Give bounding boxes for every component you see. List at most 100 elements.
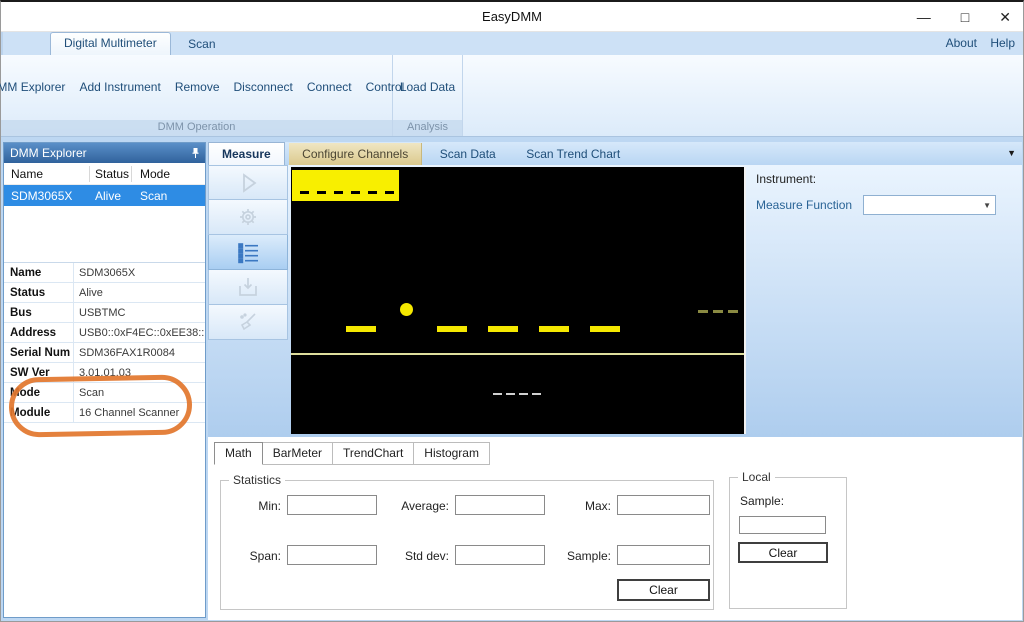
display-digit-dash (437, 326, 467, 332)
average-label: Average: (369, 499, 449, 513)
min-field[interactable] (287, 495, 377, 515)
max-label: Max: (533, 499, 611, 513)
pin-icon[interactable] (191, 147, 200, 159)
group-dmm-operation: DMM Explorer Add Instrument Remove Disco… (1, 55, 393, 136)
local-title: Local (738, 470, 775, 484)
stddev-field[interactable] (455, 545, 545, 565)
minimize-button[interactable]: — (917, 10, 931, 24)
measure-page: Instrument: Measure Function ▼ (208, 165, 1022, 437)
stddev-label: Std dev: (369, 549, 449, 563)
tab-overflow-icon[interactable]: ▼ (1007, 148, 1016, 158)
tab-configure-channels[interactable]: Configure Channels (289, 143, 422, 166)
prop-value-name: SDM3065X (74, 263, 205, 282)
ribbon-tab-digital-multimeter[interactable]: Digital Multimeter (50, 32, 171, 55)
disconnect-button[interactable]: Disconnect (227, 74, 300, 100)
property-row: Address USB0::0xF4EC::0xEE38::... (4, 323, 205, 343)
average-field[interactable] (455, 495, 545, 515)
statistics-clear-button[interactable]: Clear (617, 579, 710, 601)
about-link[interactable]: About (946, 36, 977, 50)
dmm-display (291, 167, 746, 434)
measure-function-label: Measure Function (756, 198, 852, 212)
property-grid: Name SDM3065X Status Alive Bus USBTMC Ad… (4, 263, 205, 423)
column-status: Status (90, 166, 132, 182)
local-groupbox: Local Sample: Clear (729, 477, 847, 609)
prop-label-mode: Mode (4, 383, 74, 402)
instrument-label: Instrument: (756, 172, 1022, 186)
measure-function-value (864, 196, 995, 199)
measure-function-dropdown[interactable]: ▼ (863, 195, 996, 215)
column-mode: Mode (132, 166, 205, 182)
tab-scan-data[interactable]: Scan Data (427, 143, 509, 166)
prop-label-name: Name (4, 263, 74, 282)
tab-trendchart[interactable]: TrendChart (333, 442, 414, 465)
local-clear-button[interactable]: Clear (738, 542, 828, 563)
local-sample-field[interactable] (739, 516, 826, 534)
display-digit-dash (488, 326, 518, 332)
display-sub-dash (519, 393, 528, 395)
min-label: Min: (221, 499, 281, 513)
ribbon-links: About Help (936, 36, 1015, 50)
tab-barmeter[interactable]: BarMeter (263, 442, 333, 465)
span-field[interactable] (287, 545, 377, 565)
add-instrument-button[interactable]: Add Instrument (72, 74, 167, 100)
prop-value-module: 16 Channel Scanner (74, 403, 205, 422)
help-link[interactable]: Help (990, 36, 1015, 50)
property-row: SW Ver 3.01.01.03 (4, 363, 205, 383)
property-row: Module 16 Channel Scanner (4, 403, 205, 423)
channel-list-button[interactable] (208, 235, 288, 270)
tab-measure[interactable]: Measure (208, 142, 285, 165)
clear-display-icon (235, 309, 261, 335)
display-unit-dash (728, 310, 738, 313)
dmm-explorer-button[interactable]: DMM Explorer (0, 74, 72, 100)
property-row: Serial Num SDM36FAX1R0084 (4, 343, 205, 363)
property-row: Bus USBTMC (4, 303, 205, 323)
display-sub-dash (532, 393, 541, 395)
prop-label-address: Address (4, 323, 74, 342)
tab-histogram[interactable]: Histogram (414, 442, 490, 465)
window-title: EasyDMM (482, 9, 542, 24)
title-bar: EasyDMM — □ ✕ (1, 2, 1023, 32)
ribbon-tab-row: Digital Multimeter Scan About Help (1, 32, 1023, 55)
sample-label: Sample: (533, 549, 611, 563)
ribbon-body: DMM Explorer Add Instrument Remove Disco… (1, 55, 1023, 137)
instrument-name: SDM3065X (4, 189, 90, 203)
display-separator-line (291, 353, 744, 355)
group-label-dmm-operation: DMM Operation (1, 120, 392, 136)
run-button[interactable] (208, 165, 288, 200)
prop-label-module: Module (4, 403, 74, 422)
maximize-button[interactable]: □ (961, 10, 969, 24)
statistics-groupbox: Statistics Min: Average: Max: Span: Std … (220, 480, 714, 610)
save-data-icon (235, 274, 261, 300)
prop-value-bus: USBTMC (74, 303, 205, 322)
prop-value-mode: Scan (74, 383, 205, 402)
load-data-button[interactable]: Load Data (393, 74, 462, 100)
instrument-status: Alive (90, 189, 132, 203)
instrument-row-selected[interactable]: SDM3065X Alive Scan (4, 185, 205, 206)
display-sub-dash (506, 393, 515, 395)
display-digit-dash (346, 326, 376, 332)
clear-display-button[interactable] (208, 305, 288, 340)
local-sample-label: Sample: (740, 494, 800, 508)
ribbon-tab-scan[interactable]: Scan (175, 33, 228, 55)
statistics-title: Statistics (229, 473, 285, 487)
dmm-explorer-panel: DMM Explorer Name Status Mode SDM3065X A… (3, 142, 206, 618)
group-analysis: Load Data Analysis (393, 55, 463, 136)
remove-button[interactable]: Remove (168, 74, 227, 100)
channel-list-icon (235, 239, 261, 265)
settings-button[interactable] (208, 200, 288, 235)
prop-label-status: Status (4, 283, 74, 302)
save-data-button[interactable] (208, 270, 288, 305)
tab-scan-trend-chart[interactable]: Scan Trend Chart (513, 143, 633, 166)
property-row: Status Alive (4, 283, 205, 303)
instrument-list-empty-space (4, 206, 205, 263)
max-field[interactable] (617, 495, 710, 515)
display-digit-dash (590, 326, 620, 332)
close-button[interactable]: ✕ (999, 10, 1011, 24)
connect-button[interactable]: Connect (300, 74, 359, 100)
run-icon (235, 170, 261, 196)
settings-icon (235, 204, 261, 230)
sample-field[interactable] (617, 545, 710, 565)
display-sub-dash (493, 393, 502, 395)
analysis-panel: Math BarMeter TrendChart Histogram Stati… (208, 437, 1022, 620)
tab-math[interactable]: Math (214, 442, 263, 465)
